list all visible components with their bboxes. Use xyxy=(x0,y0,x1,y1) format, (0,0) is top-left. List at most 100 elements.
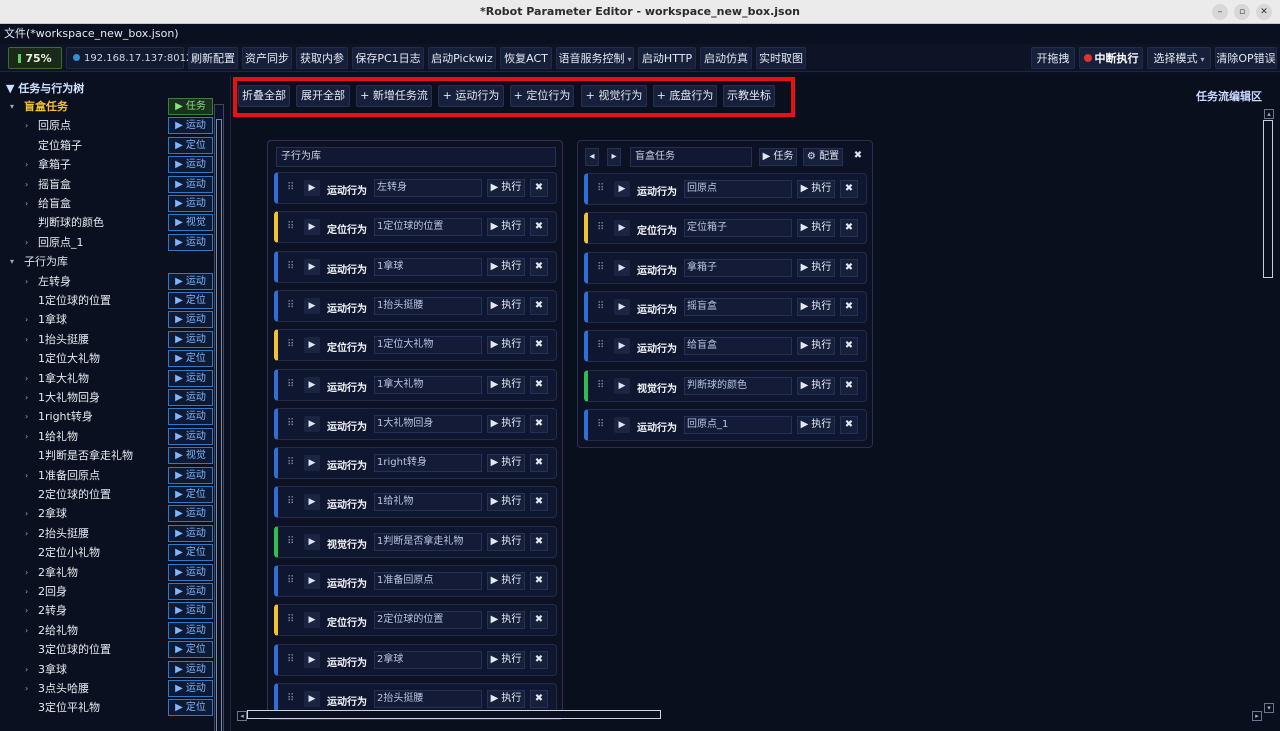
expand-play-icon[interactable]: ▶ xyxy=(304,297,320,314)
run-tag-button[interactable]: ▶ 运动 xyxy=(168,680,213,697)
run-tag-button[interactable]: ▶ 运动 xyxy=(168,330,213,348)
expand-right-button[interactable]: ▸ xyxy=(607,148,621,166)
drag-handle-icon[interactable]: ⠿ xyxy=(597,222,604,233)
tree-item[interactable]: › 左转身 ▶ 运动 xyxy=(0,272,213,291)
drag-handle-icon[interactable]: ⠿ xyxy=(287,221,294,232)
behavior-card[interactable]: ⠿ ▶ 运动行为 1拿大礼物 ▶ 执行 ✖ xyxy=(274,368,557,401)
expand-play-icon[interactable]: ▶ xyxy=(304,415,320,432)
behavior-name-input[interactable]: 左转身 xyxy=(374,179,482,197)
drag-handle-icon[interactable]: ⠿ xyxy=(287,536,294,547)
tree-item[interactable]: › 摇盲盒 ▶ 运动 xyxy=(0,175,213,194)
delete-button[interactable]: ✖ xyxy=(530,257,548,276)
behavior-card[interactable]: ⠿ ▶ 运动行为 1大礼物回身 ▶ 执行 ✖ xyxy=(274,407,557,440)
chevron-right-icon[interactable]: › xyxy=(25,388,28,407)
tree-item[interactable]: 2定位球的位置 ▶ 定位 xyxy=(0,485,213,504)
delete-button[interactable]: ✖ xyxy=(530,650,548,669)
behavior-name-input[interactable]: 定位箱子 xyxy=(684,219,792,238)
tree-item[interactable]: › 1大礼物回身 ▶ 运动 xyxy=(0,388,213,407)
tree-item[interactable]: 判断球的颜色 ▶ 视觉 xyxy=(0,213,213,232)
chevron-right-icon[interactable]: › xyxy=(25,582,28,601)
vertical-scrollbar[interactable] xyxy=(1263,120,1273,278)
tree-item[interactable]: ▾ 盲盒任务 ▶ 任务 xyxy=(0,97,213,116)
behavior-name-input[interactable]: 2拿球 xyxy=(374,650,482,669)
behavior-name-input[interactable]: 1定位球的位置 xyxy=(374,218,482,237)
behavior-name-input[interactable]: 1判断是否拿走礼物 xyxy=(374,532,482,551)
behavior-card[interactable]: ⠿ ▶ 运动行为 1拿球 ▶ 执行 ✖ xyxy=(274,250,557,283)
execute-button[interactable]: ▶ 执行 xyxy=(487,572,525,590)
behavior-name-input[interactable]: 摇盲盒 xyxy=(684,297,792,316)
drag-handle-icon[interactable]: ⠿ xyxy=(287,379,294,390)
behavior-name-input[interactable]: 拿箱子 xyxy=(684,258,792,277)
tree-item[interactable]: › 1抬头挺腰 ▶ 运动 xyxy=(0,330,213,349)
run-tag-button[interactable]: ▶ 定位 xyxy=(168,641,213,659)
run-tag-button[interactable]: ▶ 运动 xyxy=(168,583,213,600)
chevron-right-icon[interactable]: › xyxy=(25,407,28,426)
chevron-right-icon[interactable]: › xyxy=(25,504,28,523)
drag-handle-icon[interactable]: ⠿ xyxy=(287,614,294,625)
run-tag-button[interactable]: ▶ 运动 xyxy=(168,117,213,135)
refresh-config-button[interactable]: 刷新配置 xyxy=(188,47,238,69)
live-capture-button[interactable]: 实时取图 xyxy=(756,47,806,69)
chevron-right-icon[interactable]: › xyxy=(25,660,28,679)
tree-item[interactable]: 3定位球的位置 ▶ 定位 xyxy=(0,640,213,659)
expand-play-icon[interactable]: ▶ xyxy=(304,258,320,275)
behavior-name-input[interactable]: 2定位球的位置 xyxy=(374,611,482,630)
tree-item[interactable]: 1定位大礼物 ▶ 定位 xyxy=(0,349,213,368)
get-intrinsics-button[interactable]: 获取内参 xyxy=(296,47,348,69)
delete-button[interactable]: ✖ xyxy=(840,258,858,277)
chevron-right-icon[interactable]: › xyxy=(25,466,28,485)
delete-button[interactable]: ✖ xyxy=(530,454,548,473)
behavior-name-input[interactable]: 1拿大礼物 xyxy=(374,375,482,394)
tree-item[interactable]: › 给盲盒 ▶ 运动 xyxy=(0,194,213,213)
behavior-name-input[interactable]: 1right转身 xyxy=(374,454,482,473)
delete-button[interactable]: ✖ xyxy=(840,376,858,395)
run-tag-button[interactable]: ▶ 视觉 xyxy=(168,214,213,232)
behavior-card[interactable]: ⠿ ▶ 定位行为 定位箱子 ▶ 执行 ✖ xyxy=(584,212,867,245)
drag-handle-icon[interactable]: ⠿ xyxy=(597,380,604,391)
add-vision-behavior-button[interactable]: + 视觉行为 xyxy=(581,85,647,107)
horizontal-scrollbar[interactable] xyxy=(247,710,661,719)
minimize-button[interactable]: – xyxy=(1212,4,1228,20)
scroll-down-icon[interactable]: ▾ xyxy=(1264,703,1274,713)
execute-button[interactable]: ▶ 执行 xyxy=(487,179,525,197)
teach-coordinates-button[interactable]: 示教坐标 xyxy=(723,85,775,107)
tree-item[interactable]: › 2回身 ▶ 运动 xyxy=(0,582,213,601)
delete-button[interactable]: ✖ xyxy=(530,179,548,197)
delete-button[interactable]: ✖ xyxy=(840,337,858,356)
tree-item[interactable]: ▾ 子行为库 xyxy=(0,252,212,271)
chevron-right-icon[interactable]: › xyxy=(25,233,28,252)
tree-item[interactable]: › 回原点_1 ▶ 运动 xyxy=(0,233,213,252)
execute-button[interactable]: ▶ 执行 xyxy=(487,296,525,315)
behavior-card[interactable]: ⠿ ▶ 定位行为 1定位大礼物 ▶ 执行 ✖ xyxy=(274,329,557,362)
drag-handle-icon[interactable]: ⠿ xyxy=(287,300,294,311)
tree-item[interactable]: › 拿箱子 ▶ 运动 xyxy=(0,155,213,174)
behavior-card[interactable]: ⠿ ▶ 视觉行为 判断球的颜色 ▶ 执行 ✖ xyxy=(584,369,867,402)
drag-handle-icon[interactable]: ⠿ xyxy=(287,457,294,468)
run-tag-button[interactable]: ▶ 运动 xyxy=(168,272,213,290)
drag-handle-icon[interactable]: ⠿ xyxy=(287,261,294,272)
tree-item[interactable]: › 2抬头挺腰 ▶ 运动 xyxy=(0,524,213,543)
drag-handle-icon[interactable]: ⠿ xyxy=(287,339,294,350)
chevron-right-icon[interactable]: › xyxy=(25,310,28,329)
behavior-card[interactable]: ⠿ ▶ 运动行为 回原点 ▶ 执行 ✖ xyxy=(584,173,867,205)
scroll-right-icon[interactable]: ▸ xyxy=(1252,711,1262,721)
tree-item[interactable]: › 回原点 ▶ 运动 xyxy=(0,116,213,135)
drag-handle-icon[interactable]: ⠿ xyxy=(287,693,294,704)
clear-op-error-button[interactable]: 清除OP错误 xyxy=(1215,47,1277,69)
expand-play-icon[interactable]: ▶ xyxy=(304,337,320,354)
run-tag-button[interactable]: ▶ 运动 xyxy=(168,660,213,678)
tree-item[interactable]: › 2拿礼物 ▶ 运动 xyxy=(0,563,213,582)
tree-item[interactable]: › 2给礼物 ▶ 运动 xyxy=(0,621,213,640)
execute-button[interactable]: ▶ 执行 xyxy=(487,611,525,630)
run-tag-button[interactable]: ▶ 运动 xyxy=(168,524,213,542)
maximize-button[interactable]: ▫ xyxy=(1234,4,1250,20)
behavior-name-input[interactable]: 判断球的颜色 xyxy=(684,376,792,395)
execute-button[interactable]: ▶ 执行 xyxy=(487,218,525,237)
tree-item[interactable]: › 1给礼物 ▶ 运动 xyxy=(0,427,213,446)
delete-button[interactable]: ✖ xyxy=(530,689,548,708)
expand-play-icon[interactable]: ▶ xyxy=(304,533,320,550)
execute-button[interactable]: ▶ 执行 xyxy=(797,376,835,395)
start-sim-button[interactable]: 启动仿真 xyxy=(700,47,752,69)
run-tag-button[interactable]: ▶ 定位 xyxy=(168,544,213,562)
run-tag-button[interactable]: ▶ 运动 xyxy=(168,311,213,329)
